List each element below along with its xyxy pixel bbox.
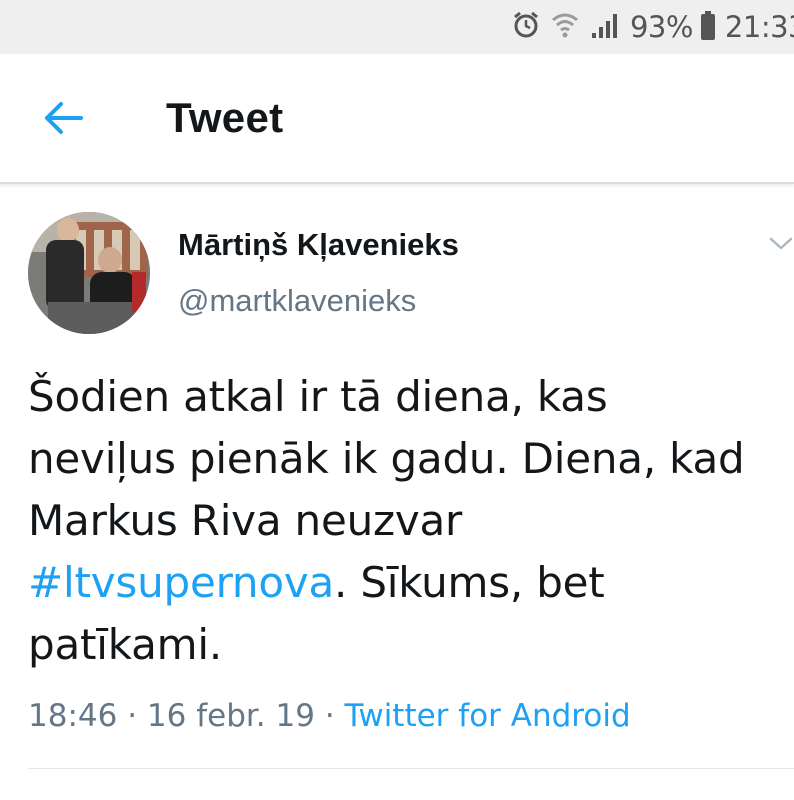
meta-separator: · bbox=[127, 698, 138, 734]
tweet-date: 16 febr. 19 bbox=[146, 698, 315, 734]
signal-icon bbox=[590, 11, 620, 44]
status-bar: 93% 21:33 bbox=[0, 0, 794, 54]
app-header: Tweet bbox=[0, 54, 794, 184]
tweet-text-part-1: Šodien atkal ir tā diena, kas neviļus pi… bbox=[28, 372, 745, 545]
page-title: Tweet bbox=[166, 94, 284, 141]
username[interactable]: @martklavenieks bbox=[178, 283, 416, 319]
meta-separator: · bbox=[324, 698, 335, 734]
alarm-icon bbox=[512, 11, 540, 44]
tweet-meta: 18:46 · 16 febr. 19 · Twitter for Androi… bbox=[28, 698, 631, 734]
tweet-text: Šodien atkal ir tā diena, kas neviļus pi… bbox=[28, 366, 768, 676]
arrow-left-icon bbox=[43, 101, 83, 140]
display-name[interactable]: Mārtiņš Kļavenieks bbox=[178, 227, 459, 263]
status-icons: 93% 21:33 bbox=[512, 0, 794, 54]
tweet-detail: Mārtiņš Kļavenieks @martklavenieks Šodie… bbox=[0, 184, 794, 800]
battery-icon bbox=[700, 11, 715, 40]
wifi-icon bbox=[550, 11, 580, 44]
battery-percent: 93% bbox=[629, 10, 693, 44]
back-button[interactable] bbox=[30, 92, 96, 148]
avatar[interactable] bbox=[28, 212, 150, 334]
status-time: 21:33 bbox=[724, 10, 794, 44]
tweet-time: 18:46 bbox=[28, 698, 118, 734]
hashtag-link[interactable]: #ltvsupernova bbox=[28, 558, 334, 607]
chevron-down-icon bbox=[768, 237, 794, 260]
tweet-source-link[interactable]: Twitter for Android bbox=[345, 698, 631, 734]
tweet-menu-button[interactable] bbox=[768, 232, 794, 256]
divider bbox=[28, 768, 794, 769]
